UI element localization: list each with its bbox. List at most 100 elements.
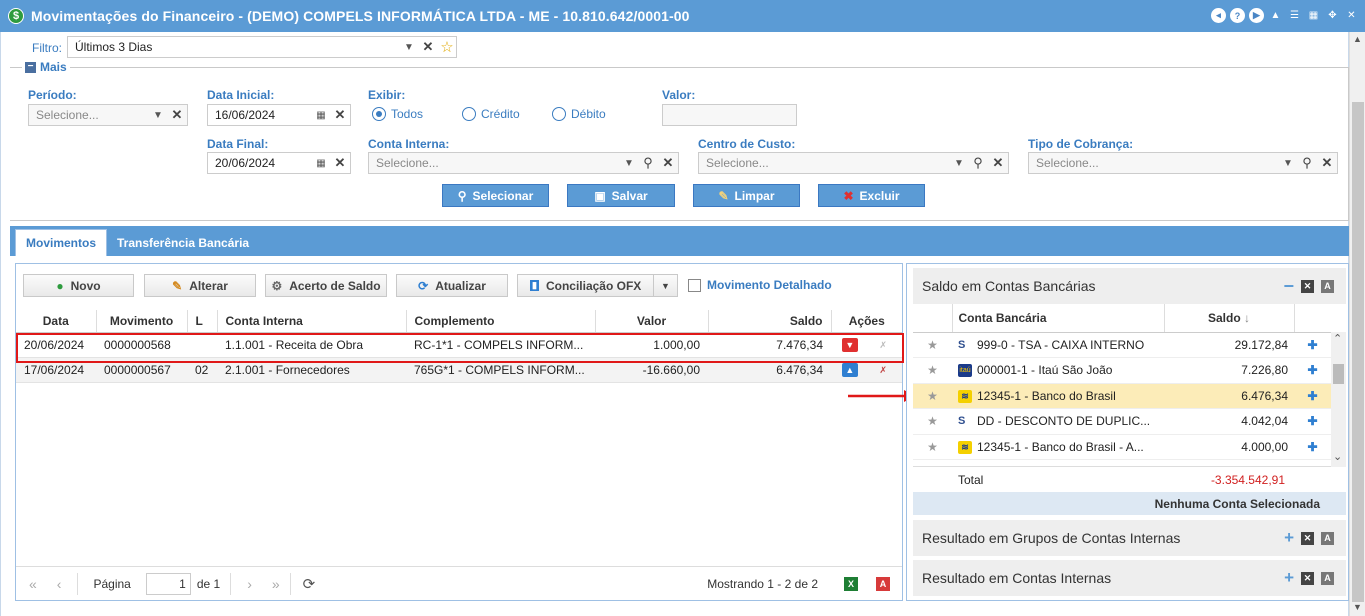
pdf-icon[interactable]: A (1321, 279, 1334, 293)
tab-movimentos[interactable]: Movimentos (15, 229, 108, 256)
saldo-section-header[interactable]: Saldo em Contas Bancárias − ✕ A (913, 268, 1346, 304)
tipo-cobranca-select[interactable]: Selecione... ▼ ⚲ ✕ (1028, 152, 1338, 174)
checkbox-icon[interactable] (688, 278, 701, 292)
radio-debito[interactable]: Débito (552, 107, 606, 121)
radio-credito[interactable]: Crédito (462, 107, 520, 121)
star-icon[interactable]: ☆ (438, 38, 456, 56)
col-data[interactable]: Data (16, 310, 97, 333)
salvar-button[interactable]: ▣ Salvar (567, 184, 675, 207)
col-saldo[interactable]: Saldo (708, 310, 832, 333)
novo-button[interactable]: ● Novo (23, 274, 134, 297)
clear-icon[interactable]: ✕ (1317, 155, 1337, 171)
col-l[interactable]: L (187, 310, 218, 333)
alterar-button[interactable]: ✎ Alterar (144, 274, 256, 297)
acerto-saldo-button[interactable]: ⚙ Acerto de Saldo (265, 274, 387, 297)
bank-row[interactable]: ★ ≋ 12345-1 - Banco do Brasil 6.476,34 ✚ (913, 383, 1331, 409)
search-icon[interactable]: ⚲ (638, 155, 658, 171)
excel-icon[interactable]: X (844, 576, 858, 591)
radio-icon[interactable] (462, 107, 476, 121)
scroll-up-icon[interactable]: ▲ (1353, 34, 1362, 44)
clear-icon[interactable]: ✕ (330, 155, 350, 171)
scrollbar-thumb[interactable] (1333, 364, 1344, 384)
expand-icon[interactable]: + (1284, 528, 1294, 548)
collapse-icon[interactable]: − (25, 61, 36, 73)
bank-row[interactable]: ★ itaú 000001-1 - Itaú São João 7.226,80 … (913, 357, 1331, 384)
tab-transferencia[interactable]: Transferência Bancária (107, 229, 259, 256)
chevron-down-icon[interactable]: ▼ (950, 158, 968, 169)
collapse-icon[interactable]: − (1283, 276, 1294, 297)
bank-row[interactable]: ★ S 999-0 - TSA - CAIXA INTERNO 29.172,84… (913, 332, 1331, 358)
thumbs-up-icon[interactable]: ▲ (841, 362, 858, 377)
selecionar-button[interactable]: ⚲ Selecionar (442, 184, 549, 207)
chevron-down-icon[interactable]: ▼ (620, 158, 638, 169)
centro-custo-select[interactable]: Selecione... ▼ ⚲ ✕ (698, 152, 1009, 174)
excel-icon[interactable]: ✕ (1301, 531, 1314, 545)
back-icon[interactable]: ◂ (1211, 8, 1226, 23)
internas-section-header[interactable]: Resultado em Contas Internas + ✕ A (913, 560, 1346, 596)
excel-icon[interactable]: ✕ (1301, 279, 1314, 293)
data-inicial-field[interactable]: 16/06/2024 ▦ ✕ (207, 104, 351, 126)
col-conta-bancaria[interactable]: Conta Bancária (952, 304, 1165, 333)
calendar-icon[interactable]: ▦ (312, 110, 330, 121)
star-icon[interactable]: ★ (913, 332, 952, 358)
excel-icon[interactable]: ✕ (1301, 571, 1314, 585)
chevron-down-icon[interactable]: ▼ (149, 110, 167, 121)
play-icon[interactable]: ▶ (1249, 8, 1264, 23)
radio-icon[interactable] (552, 107, 566, 121)
expand-icon[interactable]: + (1284, 568, 1294, 588)
limpar-button[interactable]: ✎ Limpar (693, 184, 800, 207)
close-icon[interactable]: ✕ (1344, 8, 1359, 23)
col-conta-interna[interactable]: Conta Interna (217, 310, 407, 333)
bank-row[interactable]: ★ ≋ 12345-1 - Banco do Brasil - A... 4.00… (913, 434, 1331, 460)
delete-doc-icon[interactable]: ✗ (875, 363, 891, 377)
bank-row[interactable]: ★ S DD - DESCONTO DE DUPLIC... 4.042,04 ✚ (913, 408, 1331, 435)
pdf-icon[interactable]: A (1321, 531, 1334, 545)
bell-icon[interactable]: ▲ (1268, 8, 1283, 23)
col-saldo[interactable]: Saldo ↓ (1164, 304, 1295, 333)
page-input[interactable]: 1 (145, 572, 191, 595)
scroll-down-icon[interactable]: ⌄ (1333, 450, 1342, 463)
chevron-down-icon[interactable]: ▼ (1279, 158, 1297, 169)
refresh-icon[interactable]: ⟳ (303, 575, 316, 593)
next-page-icon[interactable]: › (247, 576, 252, 592)
search-icon[interactable]: ⚲ (1297, 155, 1317, 171)
col-valor[interactable]: Valor (595, 310, 709, 333)
conta-interna-select[interactable]: Selecione... ▼ ⚲ ✕ (368, 152, 679, 174)
add-icon[interactable]: ✚ (1294, 434, 1331, 460)
add-icon[interactable]: ✚ (1294, 332, 1331, 358)
first-page-icon[interactable]: « (29, 576, 37, 592)
conciliacao-button[interactable]: ▮ Conciliação OFX ▼ (517, 274, 678, 297)
grupos-section-header[interactable]: Resultado em Grupos de Contas Internas +… (913, 520, 1346, 556)
radio-checked-icon[interactable] (372, 107, 386, 121)
pdf-icon[interactable]: A (876, 576, 890, 591)
add-icon[interactable]: ✚ (1294, 383, 1331, 409)
star-icon[interactable]: ★ (913, 357, 952, 384)
atualizar-button[interactable]: ⟳ Atualizar (396, 274, 508, 297)
pdf-icon[interactable]: A (1321, 571, 1334, 585)
chevron-down-icon[interactable]: ▼ (400, 42, 418, 53)
periodo-select[interactable]: Selecione... ▼ ✕ (28, 104, 188, 126)
scrollbar-thumb[interactable] (1352, 102, 1364, 602)
clear-icon[interactable]: ✕ (330, 107, 350, 123)
filter-select[interactable]: Últimos 3 Dias ▼ ✕ ☆ (67, 36, 457, 58)
clear-icon[interactable]: ✕ (658, 155, 678, 171)
chevron-down-icon[interactable]: ▼ (653, 275, 677, 296)
last-page-icon[interactable]: » (272, 576, 280, 592)
scroll-down-icon[interactable]: ▼ (1353, 602, 1362, 612)
clear-icon[interactable]: ✕ (167, 107, 187, 123)
clear-icon[interactable]: ✕ (418, 39, 438, 55)
col-complemento[interactable]: Complemento (406, 310, 596, 333)
help-icon[interactable]: ? (1230, 8, 1245, 23)
data-final-field[interactable]: 20/06/2024 ▦ ✕ (207, 152, 351, 174)
add-icon[interactable]: ✚ (1294, 357, 1331, 384)
expand-icon[interactable]: ✥ (1325, 8, 1340, 23)
col-movimento[interactable]: Movimento (96, 310, 188, 333)
mais-toggle[interactable]: − Mais (22, 60, 70, 74)
valor-input[interactable] (662, 104, 797, 126)
page-scrollbar[interactable]: ▲ ▼ (1349, 32, 1365, 616)
star-icon[interactable]: ★ (913, 408, 952, 435)
add-icon[interactable]: ✚ (1294, 408, 1331, 435)
scroll-up-icon[interactable]: ⌃ (1333, 332, 1342, 345)
radio-todos[interactable]: Todos (372, 107, 423, 121)
excluir-button[interactable]: ✖ Excluir (818, 184, 925, 207)
